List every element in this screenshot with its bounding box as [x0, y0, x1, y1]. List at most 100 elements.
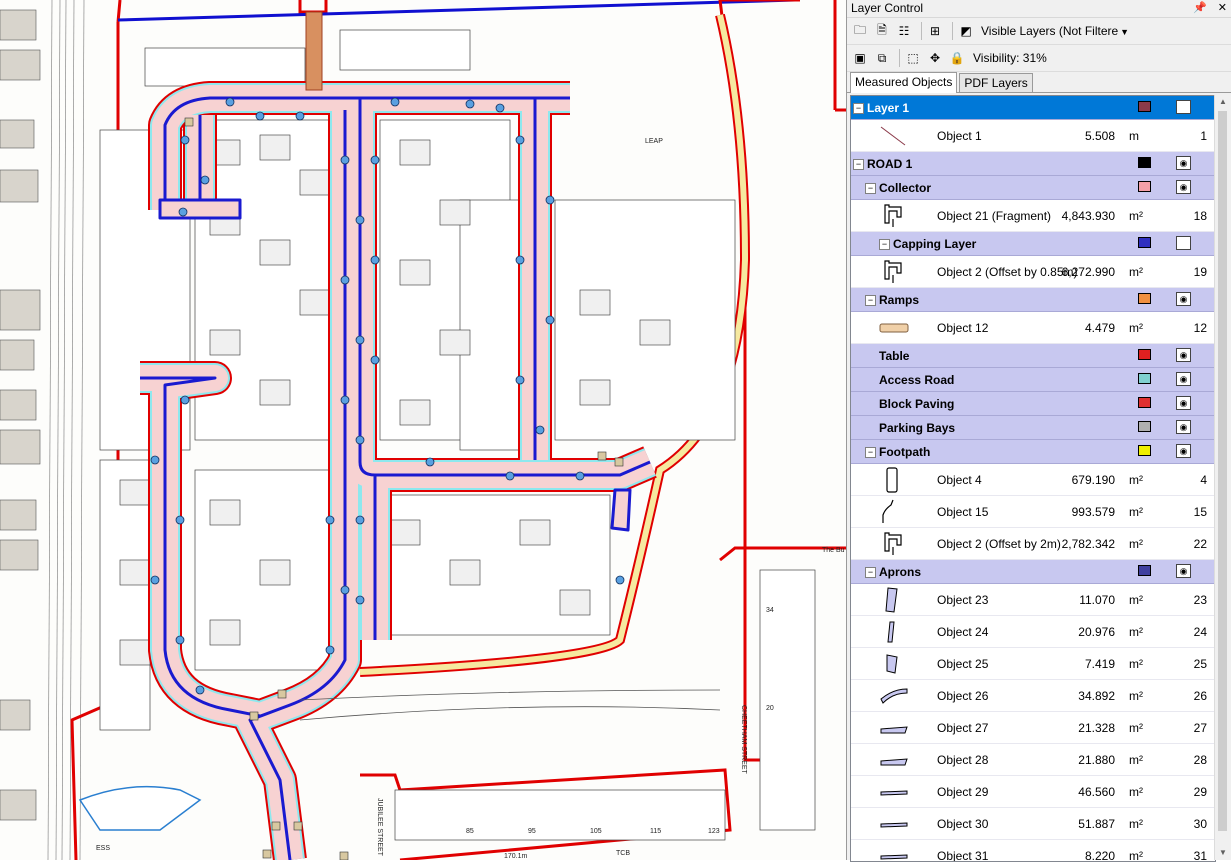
collapse-toggle-icon[interactable]: −	[865, 567, 876, 578]
chevron-down-icon: ▼	[1120, 27, 1130, 37]
site-plan-drawing[interactable]: LEAP CHEETHAM STREET JUBILEE STREET ESS …	[0, 0, 846, 860]
copy-layers-icon[interactable]: ⧉	[873, 49, 891, 67]
panel-tabs: Measured Objects PDF Layers	[847, 72, 1231, 93]
object-shape-icon	[879, 651, 909, 677]
eye-icon[interactable]: ◉	[1176, 180, 1191, 194]
layer-group-capping-layer[interactable]: − Capping Layer	[851, 232, 1215, 256]
object-name: Object 30	[937, 817, 989, 831]
layer-color-swatch[interactable]	[1138, 349, 1151, 360]
measured-object-row[interactable]: Object 15 993.579 m² 15	[851, 496, 1215, 528]
collapse-toggle-icon[interactable]: −	[865, 183, 876, 194]
object-name: Object 27	[937, 721, 989, 735]
eye-icon[interactable]: ◉	[1176, 420, 1191, 434]
object-value: 993.579	[1071, 505, 1115, 519]
tree-scrollbar[interactable]: ▲ ▼	[1214, 95, 1231, 860]
measured-object-row[interactable]: Object 12 4.479 m² 12	[851, 312, 1215, 344]
measured-object-row[interactable]: Object 2 (Offset by 2m) 2,782.342 m² 22	[851, 528, 1215, 560]
object-value: 6,272.990	[1061, 265, 1115, 279]
layer-color-swatch[interactable]	[1138, 181, 1151, 192]
eye-hidden-icon[interactable]	[1176, 236, 1191, 250]
layer-color-swatch[interactable]	[1138, 101, 1151, 112]
object-name: Object 2 (Offset by 2m)	[937, 537, 1061, 551]
measured-object-row[interactable]: Object 27 21.328 m² 27	[851, 712, 1215, 744]
add-sublayer-icon[interactable]: ⊞	[926, 22, 944, 40]
label-85: 85	[466, 828, 474, 835]
eye-icon[interactable]: ◉	[1176, 372, 1191, 386]
measured-object-row[interactable]: Object 21 (Fragment) 4,843.930 m² 18	[851, 200, 1215, 232]
collapse-toggle-icon[interactable]: −	[865, 447, 876, 458]
eye-icon[interactable]: ◉	[1176, 396, 1191, 410]
measured-object-row[interactable]: Object 28 21.880 m² 28	[851, 744, 1215, 776]
layer-properties-icon[interactable]: ☷	[895, 22, 913, 40]
eye-icon[interactable]: ◉	[1176, 444, 1191, 458]
eye-icon[interactable]: ◉	[1176, 564, 1191, 578]
layer-group-block-paving[interactable]: Block Paving ◉	[851, 392, 1215, 416]
object-id: 18	[1193, 209, 1207, 223]
collapse-toggle-icon[interactable]: −	[853, 103, 864, 114]
new-layer-icon[interactable]: 🗀	[851, 22, 869, 40]
layer-group-parking-bays[interactable]: Parking Bays ◉	[851, 416, 1215, 440]
measured-object-row[interactable]: Object 24 20.976 m² 24	[851, 616, 1215, 648]
object-value: 2,782.342	[1061, 537, 1115, 551]
tab-measured-objects[interactable]: Measured Objects	[850, 72, 958, 93]
close-icon[interactable]: ✕	[1218, 2, 1227, 14]
visibility-label: Visibility: 31%	[973, 51, 1047, 65]
layer-group-name: Access Road	[879, 373, 955, 387]
measured-object-row[interactable]: Object 30 51.887 m² 30	[851, 808, 1215, 840]
eye-icon[interactable]: ◉	[1176, 348, 1191, 362]
layer-filter-dropdown[interactable]: Visible Layers (Not Filtere ▼	[981, 24, 1129, 38]
scroll-down-icon[interactable]: ▼	[1215, 846, 1231, 860]
collapse-toggle-icon[interactable]: −	[879, 239, 890, 250]
object-name: Object 26	[937, 689, 989, 703]
label-123: 123	[708, 828, 720, 835]
select-bounds-icon[interactable]: ⬚	[904, 49, 922, 67]
layer-color-swatch[interactable]	[1138, 373, 1151, 384]
eye-icon[interactable]: ◉	[1176, 100, 1191, 114]
layer-color-swatch[interactable]	[1138, 293, 1151, 304]
move-icon[interactable]: ✥	[926, 49, 944, 67]
pin-icon[interactable]: 📌	[1193, 2, 1207, 14]
measured-object-row[interactable]: Object 29 46.560 m² 29	[851, 776, 1215, 808]
layer-color-swatch[interactable]	[1138, 157, 1151, 168]
edit-layer-icon[interactable]: 🗎	[873, 22, 891, 40]
panel-title: Layer Control	[851, 1, 924, 15]
filter-icon[interactable]: ◩	[957, 22, 975, 40]
eye-icon[interactable]: ◉	[1176, 292, 1191, 306]
layer-group-footpath[interactable]: − Footpath ◉	[851, 440, 1215, 464]
measured-object-row[interactable]: Object 31 8.220 m² 31	[851, 840, 1215, 862]
layer-color-swatch[interactable]	[1138, 565, 1151, 576]
measured-object-row[interactable]: Object 25 7.419 m² 25	[851, 648, 1215, 680]
layer-group-ramps[interactable]: − Ramps ◉	[851, 288, 1215, 312]
collapse-toggle-icon[interactable]: −	[853, 159, 864, 170]
measured-object-row[interactable]: Object 4 679.190 m² 4	[851, 464, 1215, 496]
label-20: 20	[766, 705, 774, 712]
object-unit: m²	[1129, 753, 1143, 767]
layer-group-collector[interactable]: − Collector ◉	[851, 176, 1215, 200]
layer-group-layer-1[interactable]: − Layer 1 ◉	[851, 96, 1215, 120]
measured-object-row[interactable]: Object 26 34.892 m² 26	[851, 680, 1215, 712]
scroll-thumb[interactable]	[1218, 111, 1227, 831]
collapse-toggle-icon[interactable]: −	[865, 295, 876, 306]
existing-buildings-left	[0, 9, 41, 821]
layer-color-swatch[interactable]	[1138, 237, 1151, 248]
object-unit: m²	[1129, 473, 1143, 487]
layer-group-access-road[interactable]: Access Road ◉	[851, 368, 1215, 392]
tab-pdf-layers[interactable]: PDF Layers	[959, 73, 1033, 92]
layer-group-aprons[interactable]: − Aprons ◉	[851, 560, 1215, 584]
object-name: Object 31	[937, 849, 989, 862]
layer-group-table[interactable]: Table ◉	[851, 344, 1215, 368]
object-unit: m²	[1129, 849, 1143, 862]
layer-group-road-1[interactable]: − ROAD 1 ◉	[851, 152, 1215, 176]
visibility-toggle-icon[interactable]: ▣	[851, 49, 869, 67]
lock-icon[interactable]: 🔒	[948, 49, 966, 67]
layer-color-swatch[interactable]	[1138, 445, 1151, 456]
measured-object-row[interactable]: Object 1 5.508 m 1	[851, 120, 1215, 152]
layer-tree[interactable]: − Layer 1 ◉ Object 1 5.508 m 1− ROAD 1 ◉ − Collect…	[850, 95, 1216, 862]
layer-color-swatch[interactable]	[1138, 421, 1151, 432]
layer-color-swatch[interactable]	[1138, 397, 1151, 408]
measured-object-row[interactable]: Object 23 11.070 m² 23	[851, 584, 1215, 616]
drawing-canvas[interactable]: LEAP CHEETHAM STREET JUBILEE STREET ESS …	[0, 0, 846, 860]
scroll-up-icon[interactable]: ▲	[1215, 95, 1231, 109]
measured-object-row[interactable]: Object 2 (Offset by 0.85m) 6,272.990 m² 19	[851, 256, 1215, 288]
eye-icon[interactable]: ◉	[1176, 156, 1191, 170]
